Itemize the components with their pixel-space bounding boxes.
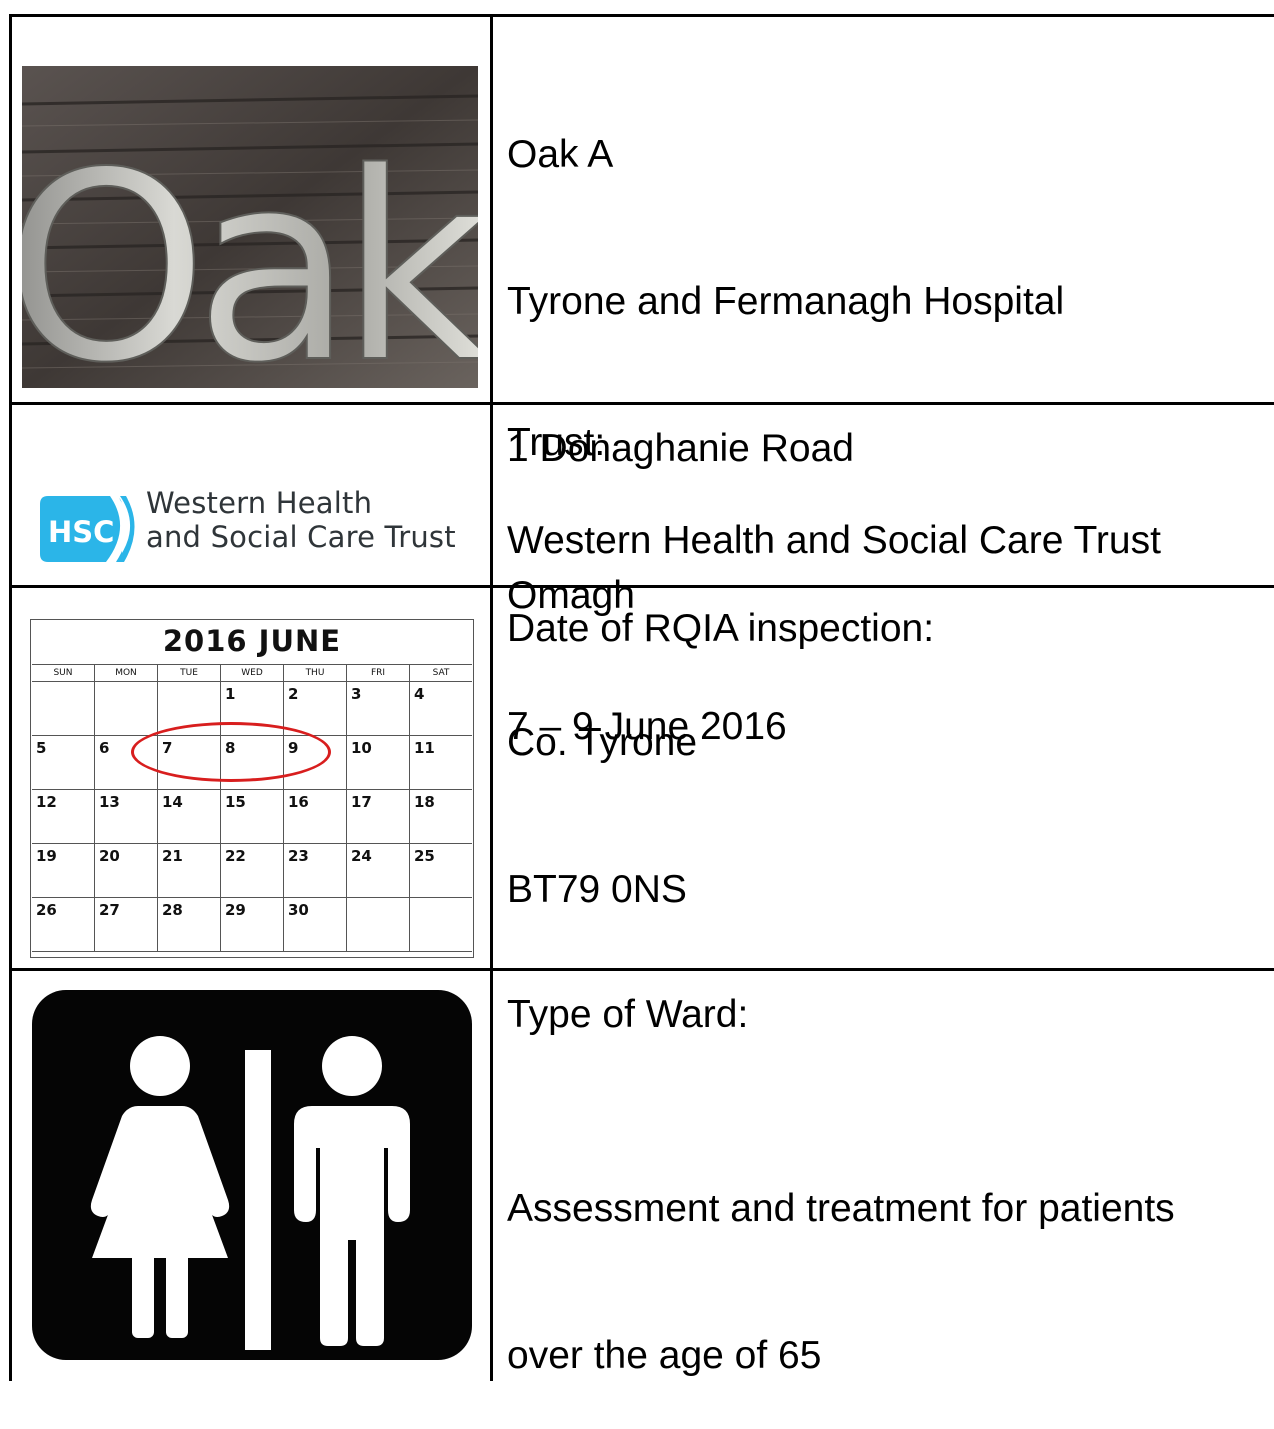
calendar-day-cell: 17 <box>347 790 410 843</box>
ward-type-line: over the age of 65 <box>507 1334 822 1377</box>
calendar-day-cell: 29 <box>221 898 284 951</box>
calendar-day-cell: 14 <box>158 790 221 843</box>
weekday-label: THU <box>284 665 347 681</box>
calendar-day-cell: 11 <box>410 736 472 789</box>
calendar-day-cell: 24 <box>347 844 410 897</box>
calendar-day-cell: 30 <box>284 898 347 951</box>
calendar-day-cell: 19 <box>32 844 95 897</box>
calendar-day-number: 13 <box>99 793 120 811</box>
calendar-day-cell <box>410 898 472 951</box>
calendar-day-cell: 15 <box>221 790 284 843</box>
calendar-day-number: 2 <box>288 685 299 703</box>
table-border-top <box>9 14 1274 17</box>
inspection-dates-highlight <box>131 722 331 782</box>
address-line-ward: Oak A <box>507 133 614 176</box>
calendar-grid: SUN MON TUE WED THU FRI SAT 1 2 3 4 5 6 7 8 9 10 1… <box>32 664 472 952</box>
calendar-day-cell: 26 <box>32 898 95 951</box>
oak-sign-photo: Oak <box>22 66 478 388</box>
calendar-day-cell: 28 <box>158 898 221 951</box>
address-line-hospital: Tyrone and Fermanagh Hospital <box>507 280 1065 323</box>
calendar-day-number: 12 <box>36 793 57 811</box>
calendar-day-number: 30 <box>288 901 309 919</box>
address-line-postcode: BT79 0NS <box>507 868 687 911</box>
calendar-day-number: 28 <box>162 901 183 919</box>
calendar-day-cell: 4 <box>410 682 472 735</box>
trust-label: Trust: <box>507 421 606 464</box>
calendar-day-cell <box>32 682 95 735</box>
calendar-weekday-header: SUN MON TUE WED THU FRI SAT <box>32 664 472 682</box>
calendar-day-number: 17 <box>351 793 372 811</box>
weekday-label: TUE <box>158 665 221 681</box>
calendar-day-cell: 16 <box>284 790 347 843</box>
calendar-day-number: 16 <box>288 793 309 811</box>
restroom-sign-icon <box>32 990 472 1360</box>
calendar-week-row: 19 20 21 22 23 24 25 <box>32 844 472 898</box>
calendar-day-number: 20 <box>99 847 120 865</box>
calendar-day-number: 14 <box>162 793 183 811</box>
calendar-day-cell: 13 <box>95 790 158 843</box>
calendar-day-number: 24 <box>351 847 372 865</box>
weekday-label: MON <box>95 665 158 681</box>
hsc-badge-text: HSC <box>48 515 114 549</box>
table-border-middle <box>490 14 493 1381</box>
calendar-day-number: 18 <box>414 793 435 811</box>
calendar-week-row: 26 27 28 29 30 <box>32 898 472 952</box>
calendar-day-cell: 3 <box>347 682 410 735</box>
weekday-label: FRI <box>347 665 410 681</box>
hsc-logo-line2: and Social Care Trust <box>146 520 456 554</box>
calendar-title: 2016 JUNE <box>162 624 342 658</box>
inspection-date-label: Date of RQIA inspection: <box>507 607 935 650</box>
june-2016-calendar: 2016 JUNE SUN MON TUE WED THU FRI SAT 12… <box>30 619 474 958</box>
calendar-day-number: 22 <box>225 847 246 865</box>
hsc-logo-line1: Western Health <box>146 486 373 520</box>
hsc-trust-logo: HSC Western Health and Social Care Trust <box>40 484 470 574</box>
calendar-day-cell: 10 <box>347 736 410 789</box>
calendar-day-number: 26 <box>36 901 57 919</box>
trust-name: Western Health and Social Care Trust <box>507 519 1161 562</box>
calendar-day-cell <box>95 682 158 735</box>
calendar-day-number: 23 <box>288 847 309 865</box>
weekday-label: SAT <box>432 668 450 678</box>
calendar-day-number: 4 <box>414 685 425 703</box>
calendar-day-cell: 5 <box>32 736 95 789</box>
calendar-day-cell: 22 <box>221 844 284 897</box>
calendar-day-cell: 2 <box>284 682 347 735</box>
calendar-day-cell: 25 <box>410 844 472 897</box>
calendar-day-number: 5 <box>36 739 47 757</box>
calendar-day-cell: 18 <box>410 790 472 843</box>
calendar-day-cell: 23 <box>284 844 347 897</box>
calendar-day-number: 25 <box>414 847 435 865</box>
calendar-day-number: 10 <box>351 739 372 757</box>
calendar-day-number: 3 <box>351 685 362 703</box>
ward-address: Oak A Tyrone and Fermanagh Hospital 1 Do… <box>507 32 1064 963</box>
inspection-date-value: 7 – 9 June 2016 <box>507 705 787 748</box>
calendar-day-number: 15 <box>225 793 246 811</box>
calendar-day-number: 6 <box>99 739 110 757</box>
table-border-left <box>9 14 12 1381</box>
ward-type-line: Assessment and treatment for patients <box>507 1187 1175 1230</box>
calendar-day-number: 21 <box>162 847 183 865</box>
ward-type-description: Assessment and treatment for patients ov… <box>507 1086 1175 1429</box>
calendar-day-number: 11 <box>414 739 435 757</box>
calendar-day-cell: 12 <box>32 790 95 843</box>
table-row-divider-3 <box>9 968 1274 971</box>
calendar-day-cell: 21 <box>158 844 221 897</box>
calendar-week-row: 12 13 14 15 16 17 18 <box>32 790 472 844</box>
calendar-day-number: 29 <box>225 901 246 919</box>
calendar-day-cell: 27 <box>95 898 158 951</box>
oak-sign-lettering: Oak <box>22 118 478 388</box>
calendar-day-number: 1 <box>225 685 236 703</box>
weekday-label: WED <box>221 665 284 681</box>
calendar-day-number: 19 <box>36 847 57 865</box>
ward-type-label: Type of Ward: <box>507 993 749 1036</box>
calendar-day-cell <box>347 898 410 951</box>
weekday-label: SUN <box>32 665 95 681</box>
calendar-day-number: 27 <box>99 901 120 919</box>
calendar-day-cell: 20 <box>95 844 158 897</box>
